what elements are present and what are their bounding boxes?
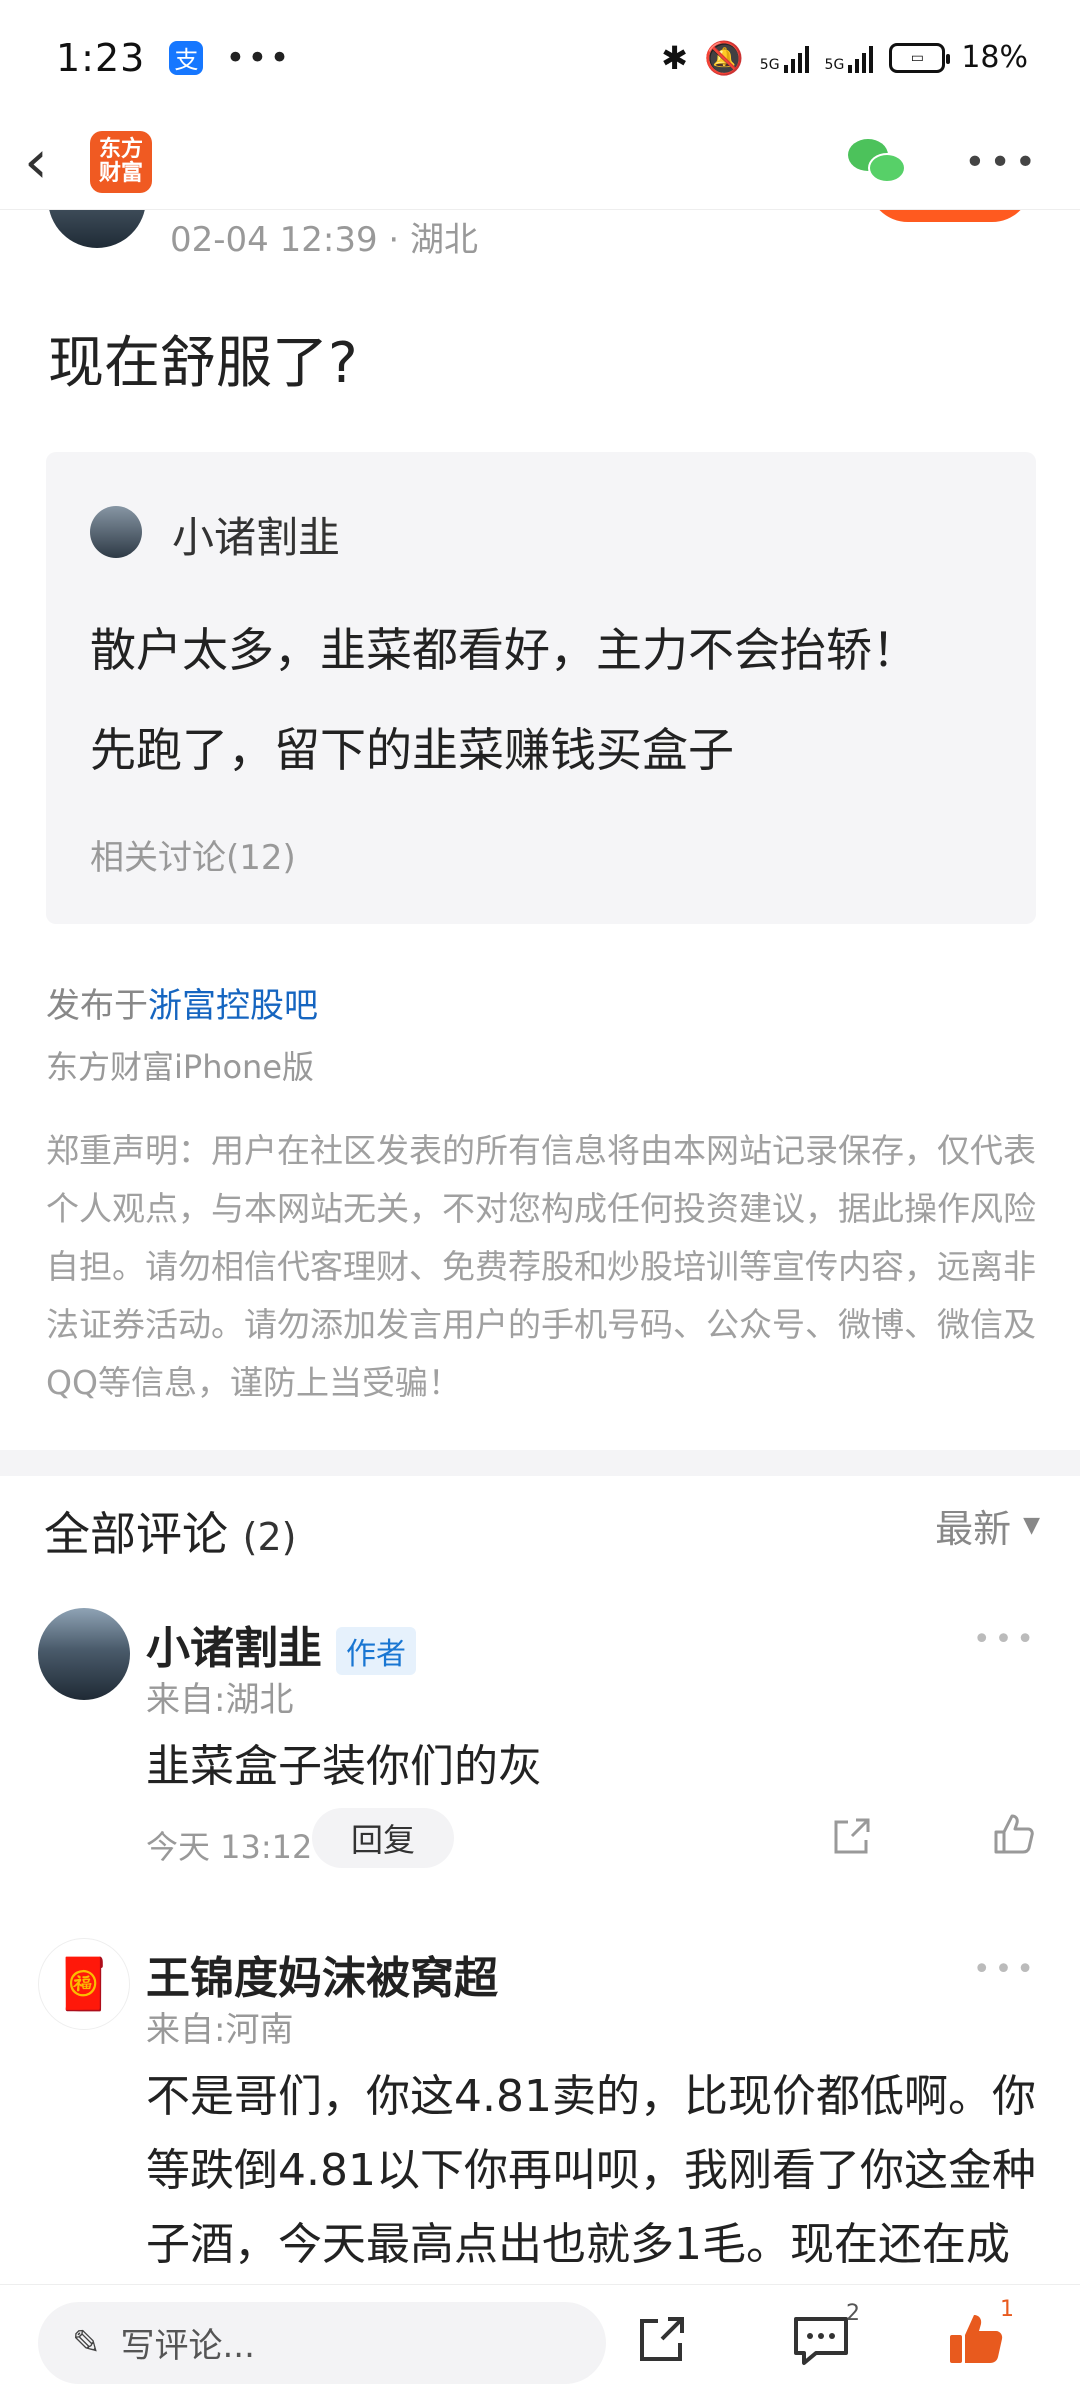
commenter-avatar[interactable] <box>38 1608 130 1700</box>
post-title: 现在舒服了? <box>48 331 358 396</box>
status-time: 1:23 <box>56 35 146 80</box>
logo-text-bottom: 财富 <box>98 161 143 186</box>
comment-more-icon[interactable]: ••• <box>973 1952 1038 1987</box>
wechat-icon[interactable] <box>848 139 908 185</box>
share-icon[interactable] <box>828 1814 874 1860</box>
signal-icon-1 <box>783 43 809 73</box>
signal-icon-2 <box>848 43 874 73</box>
post-meta: 02-04 12:39 · 湖北 <box>170 220 479 260</box>
related-discussion-link[interactable]: 相关讨论(12) <box>90 830 296 879</box>
comment-item: 🧧 王锦度妈沫被窝超 ••• 来自:河南 不是哥们，你这4.81卖的，比现价都低… <box>0 1930 1080 2280</box>
author-badge: 作者 <box>336 1627 416 1675</box>
client-info: 东方财富iPhone版 <box>46 1048 315 1086</box>
comment-time: 今天 13:12 <box>146 1828 313 1866</box>
quoted-post-card[interactable]: 小诸割韭 散户太多，韭菜都看好，主力不会抬轿！ 先跑了，留下的韭菜赚钱买盒子 相… <box>46 452 1036 924</box>
comments-icon[interactable] <box>792 2315 850 2367</box>
more-icon[interactable]: ••• <box>964 142 1040 183</box>
publish-prefix: 发布于 <box>46 986 148 1026</box>
network-type-label-1: 5G <box>759 56 780 73</box>
comments-count-badge: 2 <box>846 2301 860 2326</box>
comments-header: 全部评论 (2) <box>44 1498 296 1564</box>
pen-icon: ✎ <box>72 2322 101 2363</box>
alipay-icon: 支 <box>169 40 204 75</box>
logo-text-top: 东方 <box>98 137 143 162</box>
comments-count: (2) <box>242 1515 297 1559</box>
comment-input[interactable]: ✎ 写评论... <box>38 2301 606 2384</box>
back-icon[interactable]: ‹ <box>24 132 74 192</box>
like-icon[interactable] <box>946 2309 1006 2369</box>
status-bar: 1:23 支 ••• ✱ 🔕 5G 5G ▭ 18% <box>0 0 1080 115</box>
sort-label: 最新 <box>935 1507 1012 1551</box>
quote-text-line2: 先跑了，留下的韭菜赚钱买盒子 <box>90 723 734 777</box>
disclaimer: 郑重声明：用户在社区发表的所有信息将由本网站记录保存，仅代表个人观点，与本网站无… <box>46 1131 1036 1402</box>
like-count-badge: 1 <box>1000 2297 1014 2322</box>
bluetooth-icon: ✱ <box>661 38 688 77</box>
app-logo: 东方 财富 <box>90 131 152 193</box>
bottom-action-bar: ✎ 写评论... 2 1 <box>0 2284 1080 2400</box>
commenter-avatar[interactable]: 🧧 <box>38 1938 130 2030</box>
top-nav: ‹ 东方 财富 ••• <box>0 115 1080 210</box>
network-type-label-2: 5G <box>824 56 845 73</box>
quote-author-name: 小诸割韭 <box>172 513 341 562</box>
caret-down-icon: ▼ <box>1023 1513 1040 1538</box>
section-divider <box>0 1450 1080 1476</box>
commenter-location: 来自:河南 <box>146 2010 294 2050</box>
commenter-location: 来自:湖北 <box>146 1680 294 1720</box>
sort-dropdown[interactable]: 最新 ▼ <box>935 1498 1040 1553</box>
like-icon[interactable] <box>990 1810 1038 1858</box>
comment-text-line1: 不是哥们，你这4.81卖的，比现价都低啊。你 <box>146 2071 1036 2122</box>
commenter-name-text: 小诸割韭 <box>146 1623 322 1674</box>
comment-text: 韭菜盒子装你们的灰 <box>146 1741 542 1792</box>
fortune-god-icon: 🧧 <box>52 1954 116 2013</box>
comment-item: 小诸割韭 作者 ••• 来自:湖北 韭菜盒子装你们的灰 今天 13:12 回复 <box>0 1600 1080 1870</box>
mute-bell-icon: 🔕 <box>703 38 744 77</box>
comment-text-line2: 等跌倒4.81以下你再叫呗，我刚看了你这金种 <box>146 2145 1036 2196</box>
forum-link[interactable]: 浙富控股吧 <box>148 986 318 1026</box>
commenter-name[interactable]: 王锦度妈沫被窝超 <box>146 1942 498 2006</box>
comment-text-line3: 子酒，今天最高点出也就多1毛。现在还在成 <box>146 2219 1010 2270</box>
comment-more-icon[interactable]: ••• <box>973 1622 1038 1657</box>
battery-percent: 18% <box>961 40 1028 75</box>
comment-placeholder: 写评论... <box>120 2326 255 2366</box>
quote-author-avatar <box>90 506 142 558</box>
comments-title: 全部评论 <box>44 1507 228 1561</box>
notification-dots-icon: ••• <box>225 37 292 78</box>
publish-info: 发布于浙富控股吧 <box>46 978 318 1027</box>
quote-text-line1: 散户太多，韭菜都看好，主力不会抬轿！ <box>90 623 918 677</box>
reply-button[interactable]: 回复 <box>312 1808 454 1868</box>
share-icon[interactable] <box>634 2313 688 2367</box>
battery-icon: ▭ <box>889 42 951 73</box>
commenter-name[interactable]: 小诸割韭 作者 <box>146 1612 416 1676</box>
